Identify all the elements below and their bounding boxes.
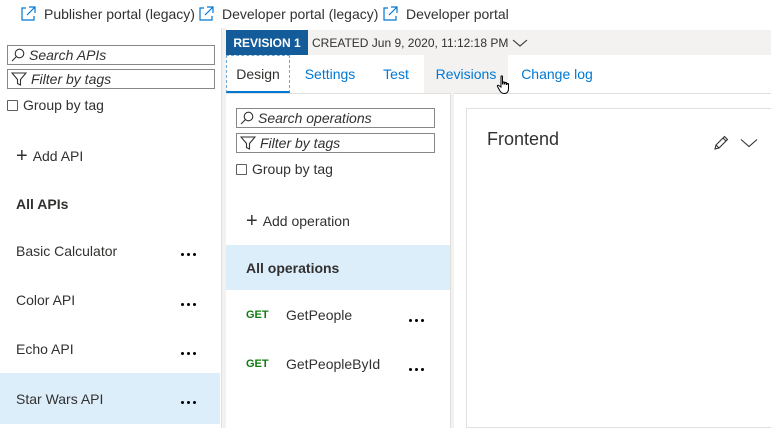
api-item-star-wars-api[interactable]: Star Wars API — [0, 373, 220, 424]
filter-operations-placeholder: Filter by tags — [260, 135, 341, 151]
filter-apis-input[interactable]: Filter by tags — [7, 69, 215, 89]
external-link-icon — [21, 6, 36, 21]
operation-label: GetPeopleById — [286, 355, 381, 372]
group-by-tag-apis[interactable]: Group by tag — [7, 97, 104, 113]
search-icon — [240, 111, 254, 125]
filter-apis-placeholder: Filter by tags — [31, 71, 112, 87]
frontend-title: Frontend — [487, 129, 560, 149]
revision-bar: REVISION 1 CREATED Jun 9, 2020, 11:12:18… — [226, 30, 771, 55]
plus-icon: + — [246, 210, 258, 232]
all-operations-item[interactable]: All operations — [226, 245, 450, 290]
revision-badge[interactable]: REVISION 1 — [226, 30, 308, 55]
add-operation-label: Add operation — [262, 213, 350, 229]
add-operation-button[interactable]: + Add operation — [246, 210, 350, 232]
revision-created[interactable]: CREATED Jun 9, 2020, 11:12:18 PM — [312, 30, 528, 55]
hand-cursor-icon — [496, 75, 509, 94]
search-apis-placeholder: Search APIs — [29, 47, 107, 63]
tab-design[interactable]: Design — [226, 55, 290, 93]
search-operations-placeholder: Search operations — [258, 110, 372, 126]
group-by-tag-checkbox[interactable] — [7, 99, 18, 111]
api-item-echo-api[interactable]: Echo API — [0, 324, 220, 373]
developer-portal-legacy-link[interactable]: Developer portal (legacy) — [198, 4, 378, 24]
pencil-icon[interactable] — [713, 135, 729, 151]
developer-portal-legacy-label: Developer portal (legacy) — [222, 6, 379, 22]
operation-label: GetPeople — [286, 306, 353, 323]
tab-revisions-label: Revisions — [435, 66, 497, 82]
external-link-icon — [199, 6, 214, 21]
add-api-button[interactable]: + Add API — [16, 145, 84, 167]
more-options-icon[interactable] — [409, 319, 424, 322]
plus-icon: + — [16, 145, 28, 167]
api-item-label: Echo API — [16, 340, 74, 357]
all-apis-item[interactable]: All APIs — [16, 196, 68, 212]
developer-portal-link[interactable]: Developer portal — [382, 4, 509, 24]
chevron-down-icon[interactable] — [740, 138, 758, 148]
filter-icon — [11, 72, 27, 86]
portal-links-bar: Publisher portal (legacy) Developer port… — [0, 0, 771, 28]
api-item-label: Basic Calculator — [16, 242, 118, 259]
operations-panel: Search operations Filter by tags Group b… — [226, 93, 450, 428]
operation-get-people-by-id[interactable]: GET GetPeopleById — [226, 341, 450, 386]
group-by-tag-operations[interactable]: Group by tag — [236, 161, 333, 177]
search-apis-input[interactable]: Search APIs — [7, 45, 215, 65]
group-by-tag-label: Group by tag — [23, 97, 104, 113]
api-item-color-api[interactable]: Color API — [0, 275, 220, 324]
http-method-badge: GET — [246, 308, 269, 321]
more-options-icon[interactable] — [181, 303, 196, 306]
publisher-portal-legacy-label: Publisher portal (legacy) — [44, 6, 195, 22]
frontend-card: Frontend — [466, 108, 771, 428]
apis-panel: Search APIs Filter by tags Group by tag … — [0, 28, 220, 428]
filter-icon — [240, 136, 256, 150]
add-api-label: Add API — [32, 148, 84, 164]
publisher-portal-legacy-link[interactable]: Publisher portal (legacy) — [20, 4, 195, 24]
more-options-icon[interactable] — [409, 368, 424, 371]
api-item-label: Star Wars API — [16, 390, 104, 407]
chevron-down-icon — [512, 39, 528, 47]
more-options-icon[interactable] — [181, 401, 196, 404]
http-method-badge: GET — [246, 357, 269, 370]
search-operations-input[interactable]: Search operations — [236, 108, 435, 128]
api-item-label: Color API — [16, 291, 76, 308]
operations-splitter[interactable] — [451, 93, 454, 428]
revision-created-label: CREATED Jun 9, 2020, 11:12:18 PM — [312, 35, 509, 50]
more-options-icon[interactable] — [181, 352, 196, 355]
more-options-icon[interactable] — [181, 253, 196, 256]
search-icon — [11, 48, 25, 62]
api-item-basic-calculator[interactable]: Basic Calculator — [0, 226, 220, 275]
tab-settings[interactable]: Settings — [296, 55, 364, 93]
group-by-tag-label: Group by tag — [252, 161, 333, 177]
developer-portal-label: Developer portal — [406, 6, 509, 22]
group-by-tag-checkbox[interactable] — [236, 163, 247, 175]
external-link-icon — [383, 6, 398, 21]
tab-test[interactable]: Test — [374, 55, 418, 93]
tab-change-log[interactable]: Change log — [516, 55, 598, 93]
tab-bar: Design Settings Test Revisions Change lo… — [226, 55, 771, 94]
filter-operations-input[interactable]: Filter by tags — [236, 133, 435, 153]
operation-get-people[interactable]: GET GetPeople — [226, 292, 450, 337]
